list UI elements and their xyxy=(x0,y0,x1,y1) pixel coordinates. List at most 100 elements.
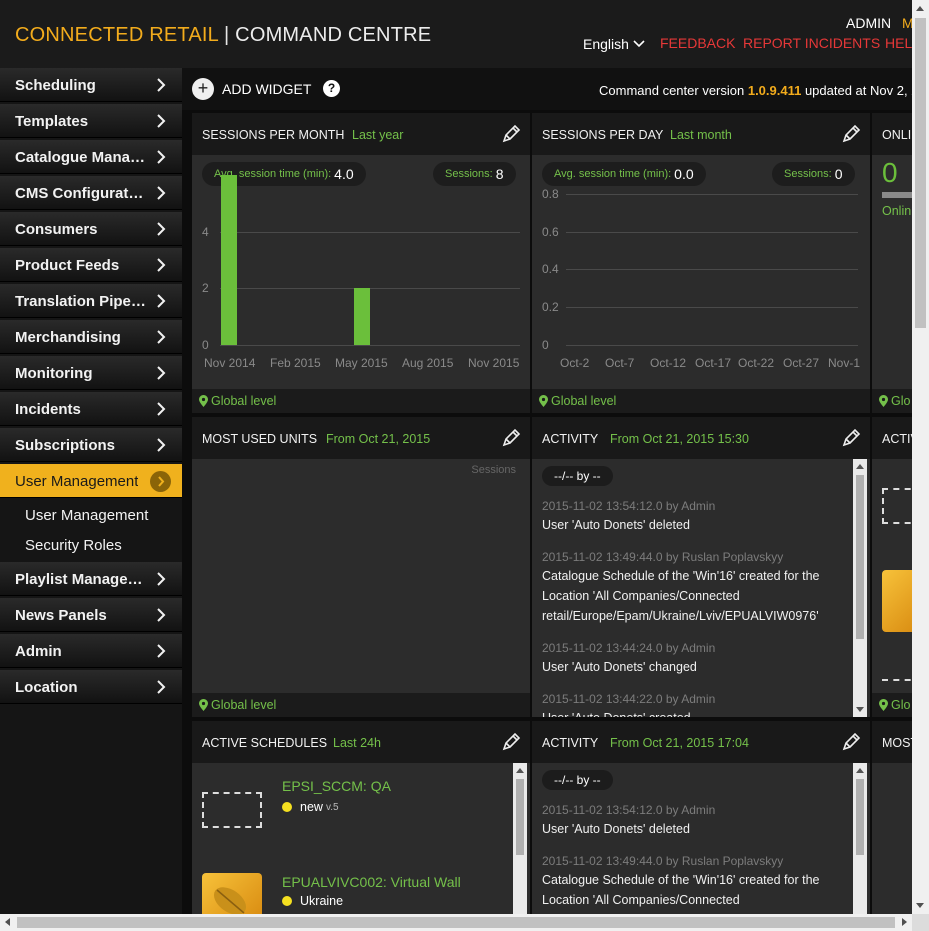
scroll-thumb[interactable] xyxy=(856,779,864,855)
sidebar-item-label: Location xyxy=(15,679,78,696)
brand-separator: | xyxy=(224,24,230,46)
language-selector[interactable]: English xyxy=(583,36,645,52)
widget-header: MOST USED UNITS From Oct 21, 2015 xyxy=(192,417,530,459)
activity-scrollbar[interactable] xyxy=(853,763,867,914)
add-widget-button[interactable]: + ADD WIDGET xyxy=(192,78,311,100)
image-placeholder xyxy=(882,679,912,689)
scroll-up-icon[interactable] xyxy=(856,768,864,773)
y-tick-label: 0.6 xyxy=(542,224,559,239)
scroll-up-icon[interactable] xyxy=(516,768,524,773)
widget-header: ACTIV xyxy=(872,417,912,459)
scroll-thumb[interactable] xyxy=(915,18,926,328)
x-tick-label: Oct-12 xyxy=(650,356,687,370)
y-tick-label: 0.4 xyxy=(542,262,559,277)
chevron-right-icon xyxy=(157,438,166,452)
activity-meta: 2015-11-02 13:54:12.0 by Admin xyxy=(542,803,716,817)
scroll-thumb[interactable] xyxy=(17,917,895,928)
sidebar-item-label: Catalogue Manag… xyxy=(15,149,147,166)
sidebar-subitem-security-roles[interactable]: Security Roles xyxy=(0,530,182,560)
activity-meta: 2015-11-02 13:49:44.0 by Ruslan Poplavsk… xyxy=(542,550,784,564)
scroll-thumb[interactable] xyxy=(516,779,524,855)
user-extra[interactable]: M xyxy=(902,15,912,31)
sidebar-item-label: Consumers xyxy=(15,221,98,238)
sidebar-item-user-management[interactable]: User Management xyxy=(0,464,182,498)
scroll-down-icon[interactable] xyxy=(856,707,864,712)
x-tick-label: Oct-7 xyxy=(605,356,635,370)
widget-header: ONLI xyxy=(872,113,912,155)
sidebar-item-label: Playlist Manage… xyxy=(15,571,143,588)
sidebar-item-translation-pipeli[interactable]: Translation Pipeli… xyxy=(0,284,182,318)
report-incidents-link[interactable]: REPORT INCIDENTS xyxy=(743,35,880,51)
activity-filter[interactable]: --/-- by -- xyxy=(542,770,613,790)
help-icon[interactable]: ? xyxy=(323,80,340,97)
widget-header: MOST xyxy=(872,721,912,763)
page-vertical-scrollbar[interactable] xyxy=(912,0,929,914)
chevron-right-icon xyxy=(157,186,166,200)
sidebar-item-monitoring[interactable]: Monitoring xyxy=(0,356,182,390)
toolbar: + ADD WIDGET ? Command center version 1.… xyxy=(182,68,912,110)
schedules-scrollbar[interactable] xyxy=(513,763,527,914)
sidebar-item-subscriptions[interactable]: Subscriptions xyxy=(0,428,182,462)
sidebar-item-admin[interactable]: Admin xyxy=(0,634,182,668)
chart-legend: Sessions xyxy=(471,464,516,476)
online-count: 0 xyxy=(882,157,898,188)
sidebar-item-cms-configuratio[interactable]: CMS Configuratio… xyxy=(0,176,182,210)
activity-scrollbar[interactable] xyxy=(853,459,867,717)
plus-icon: + xyxy=(192,78,214,100)
widget-period: Last 24h xyxy=(333,736,381,750)
y-tick-label: 2 xyxy=(202,281,209,296)
scroll-thumb[interactable] xyxy=(856,475,864,639)
edit-pencil-icon[interactable] xyxy=(840,731,862,753)
sidebar-subitem-user-management[interactable]: User Management xyxy=(0,500,182,530)
sidebar-item-location[interactable]: Location xyxy=(0,670,182,704)
activity-text: Catalogue Schedule of the 'Win'16' creat… xyxy=(542,873,820,907)
widget-footer: Global level xyxy=(192,389,530,413)
widget-scope-label: Global level xyxy=(211,698,277,712)
chevron-right-icon xyxy=(157,294,166,308)
sidebar-item-playlist-manage[interactable]: Playlist Manage… xyxy=(0,562,182,596)
scroll-right-icon[interactable] xyxy=(902,918,907,926)
sessions-per-day-widget: SESSIONS PER DAY Last month Avg. session… xyxy=(532,113,870,413)
scroll-left-icon[interactable] xyxy=(5,918,10,926)
feedback-link[interactable]: FEEDBACK xyxy=(660,35,735,51)
edit-pencil-icon[interactable] xyxy=(840,427,862,449)
activity-meta: 2015-11-02 13:54:12.0 by Admin xyxy=(542,499,716,513)
sidebar-item-merchandising[interactable]: Merchandising xyxy=(0,320,182,354)
sidebar-item-consumers[interactable]: Consumers xyxy=(0,212,182,246)
gridline xyxy=(220,231,520,233)
y-tick-label: 0 xyxy=(542,338,549,352)
y-tick-label: 0.8 xyxy=(542,186,559,201)
sidebar-item-templates[interactable]: Templates xyxy=(0,104,182,138)
schedule-name[interactable]: EPUALVIVC002: Virtual Wall xyxy=(282,874,461,890)
sidebar-item-label: Merchandising xyxy=(15,329,121,346)
user-menu[interactable]: ADMIN xyxy=(846,15,891,31)
sidebar-item-scheduling[interactable]: Scheduling xyxy=(0,68,182,102)
sidebar-item-incidents[interactable]: Incidents xyxy=(0,392,182,426)
sidebar-item-product-feeds[interactable]: Product Feeds xyxy=(0,248,182,282)
help-link[interactable]: HEL xyxy=(885,35,912,51)
activity-filter[interactable]: --/-- by -- xyxy=(542,466,613,486)
widget-title: MOST xyxy=(882,736,912,750)
leaf-icon xyxy=(213,887,247,914)
edit-pencil-icon[interactable] xyxy=(500,427,522,449)
schedule-version: v.5 xyxy=(325,801,339,813)
scroll-up-icon[interactable] xyxy=(856,464,864,469)
activity-text: User 'Auto Donets' changed xyxy=(542,660,697,674)
edit-pencil-icon[interactable] xyxy=(500,731,522,753)
schedule-name[interactable]: EPSI_SCCM: QA xyxy=(282,778,391,794)
scroll-down-icon[interactable] xyxy=(916,903,924,908)
chevron-right-icon xyxy=(157,366,166,380)
scroll-up-icon[interactable] xyxy=(916,6,924,11)
widget-scope-label: Glo xyxy=(891,394,911,408)
widget-footer: Glo xyxy=(872,389,912,413)
activity-text: User 'Auto Donets' deleted xyxy=(542,518,690,532)
page-horizontal-scrollbar[interactable] xyxy=(0,914,912,931)
chevron-right-icon xyxy=(157,222,166,236)
version-prefix: Command center version xyxy=(599,83,748,98)
sidebar-item-catalogue-manag[interactable]: Catalogue Manag… xyxy=(0,140,182,174)
location-pin-icon xyxy=(879,699,888,711)
activity-text: User 'Auto Donets' deleted xyxy=(542,822,690,836)
sidebar-item-news-panels[interactable]: News Panels xyxy=(0,598,182,632)
sessions-per-month-widget: SESSIONS PER MONTH Last year Avg. sessio… xyxy=(192,113,530,413)
sessions-day-chart: 0 0.2 0.4 0.6 0.8 Oct-2 Oct-7 Oct-12 Oct-17 Oct-2… xyxy=(532,113,870,389)
